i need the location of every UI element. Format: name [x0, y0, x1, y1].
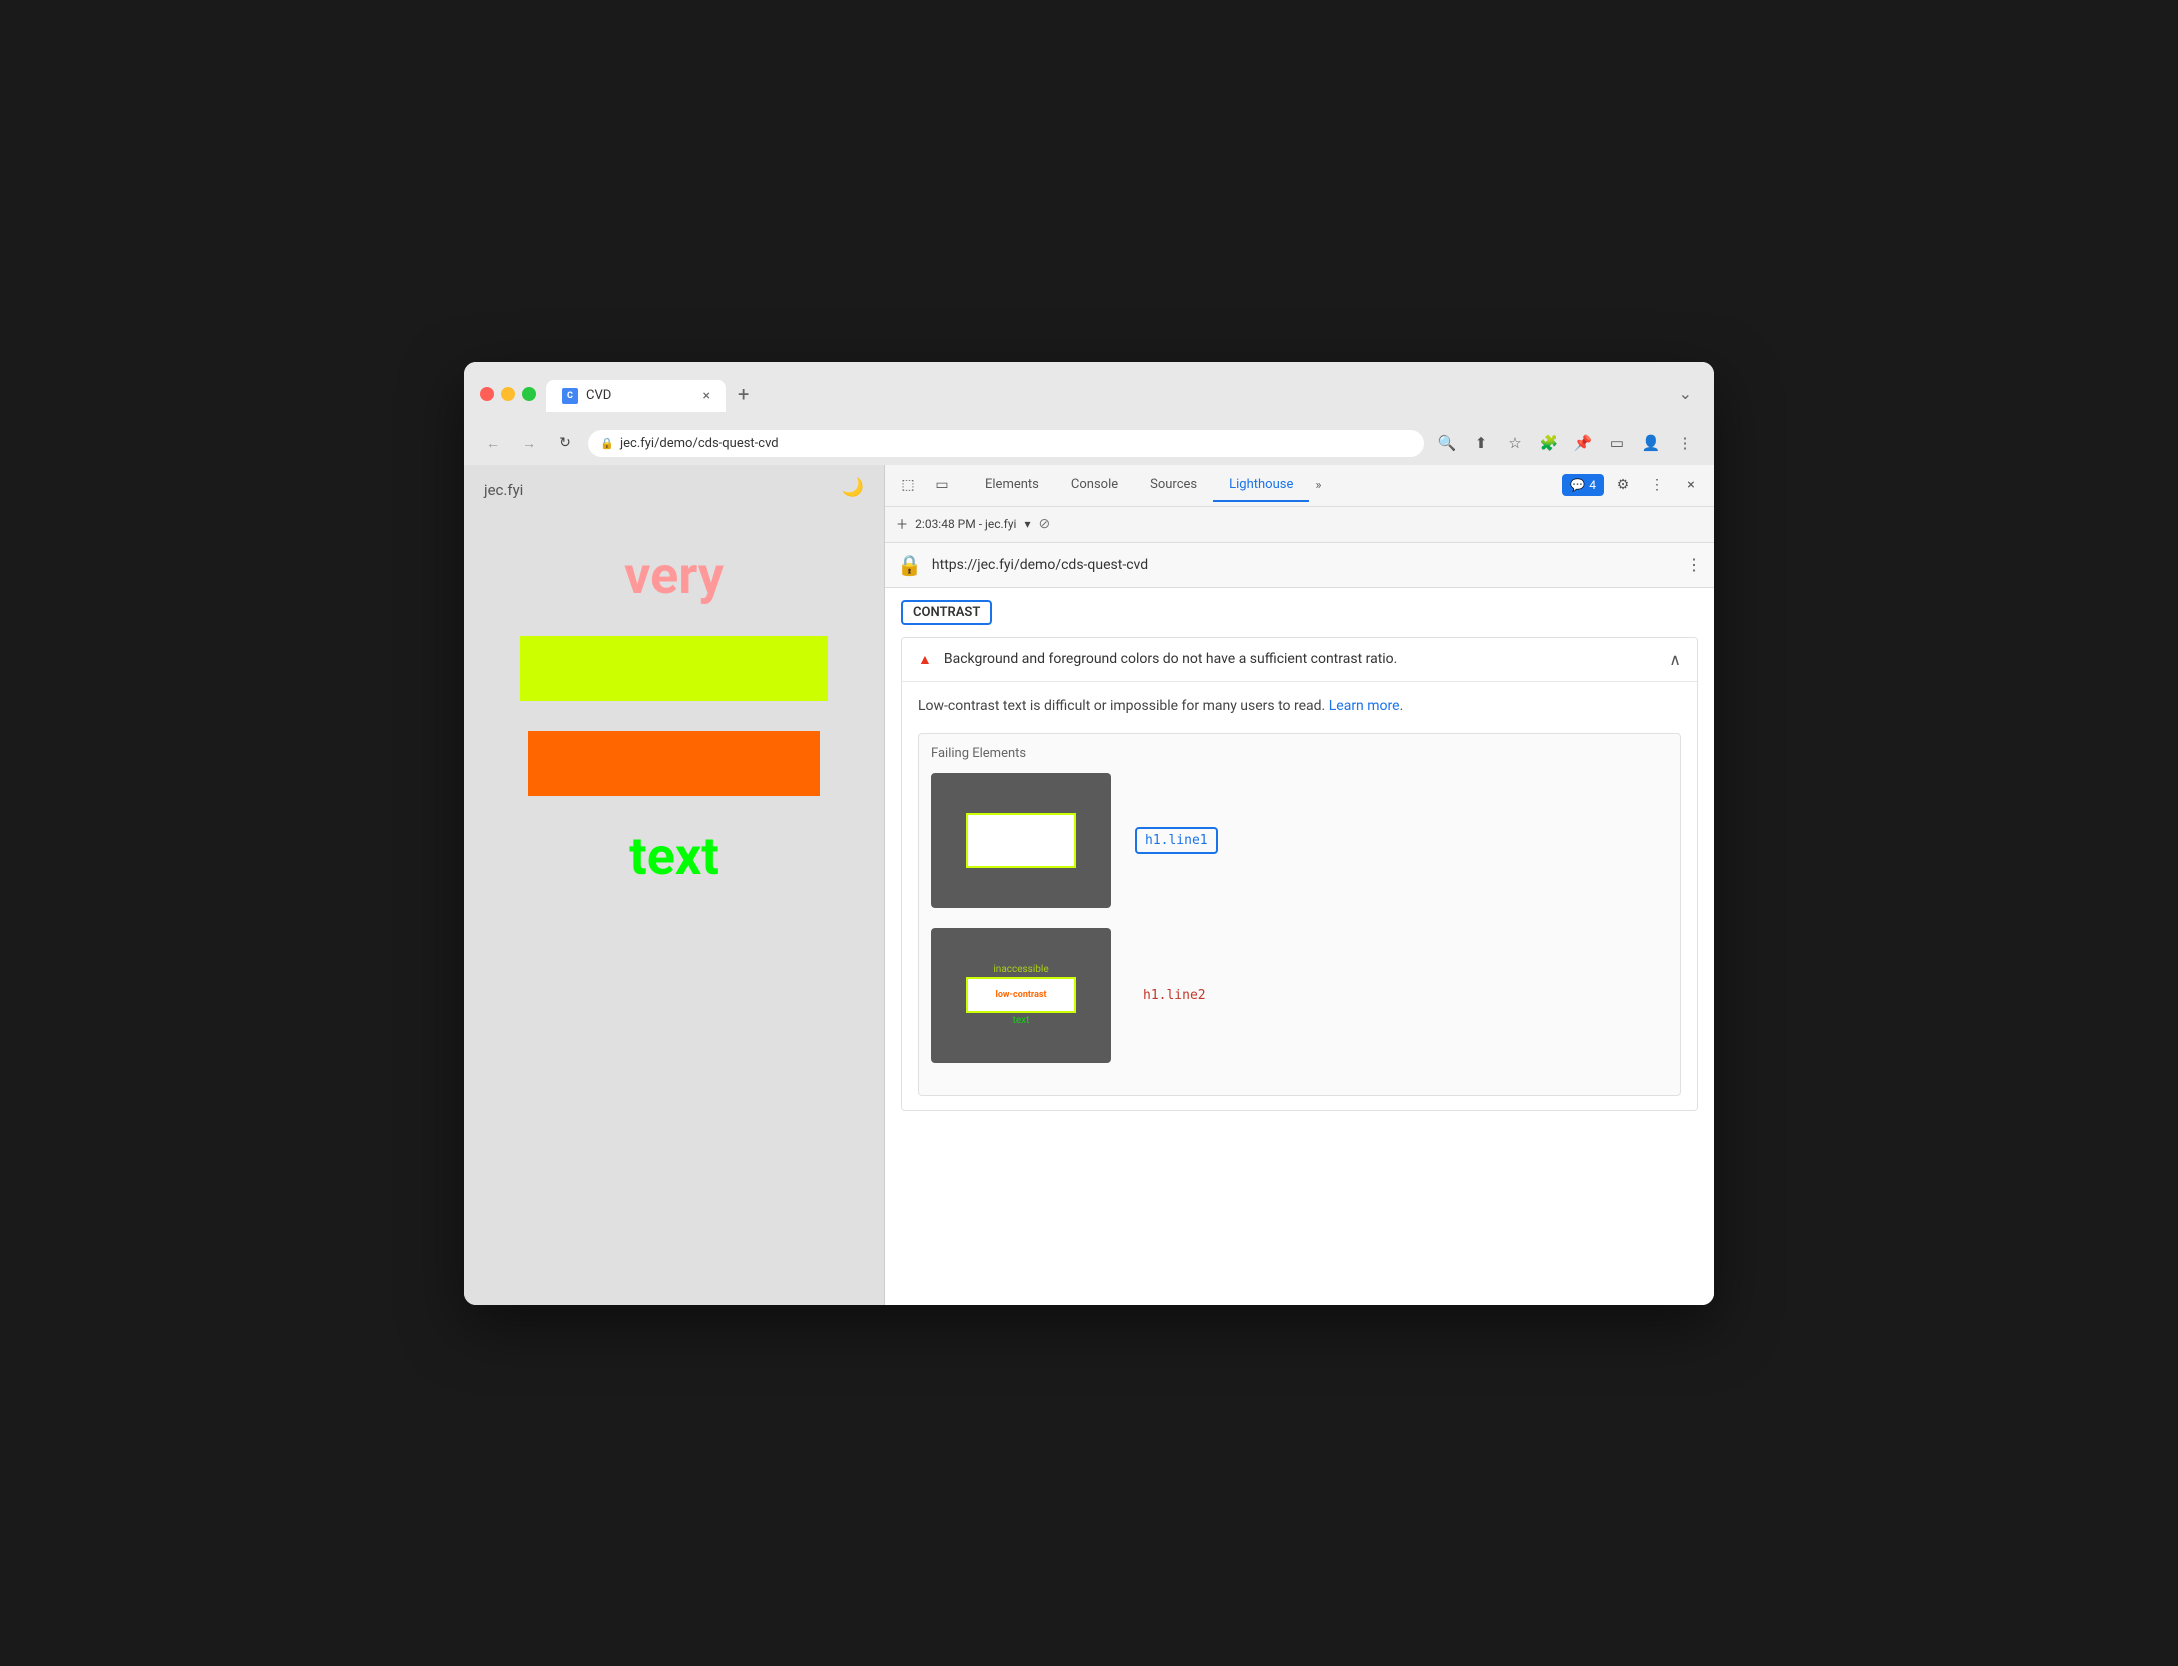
devtools-toolbar: ⬚ ▭ Elements Console Sources Lighthouse …: [885, 465, 1714, 507]
url-text: jec.fyi/demo/cds-quest-cvd: [620, 436, 779, 451]
lighthouse-warning-icon: 🔒: [897, 553, 922, 577]
tab-console[interactable]: Console: [1055, 469, 1134, 502]
address-input[interactable]: 🔒 jec.fyi/demo/cds-quest-cvd: [588, 430, 1424, 457]
device-icon[interactable]: ▭: [927, 470, 957, 500]
thumb2-inaccessible-text: inaccessible: [993, 964, 1048, 975]
tab-elements[interactable]: Elements: [969, 469, 1055, 502]
chat-badge-button[interactable]: 💬 4: [1562, 474, 1604, 496]
block-button[interactable]: ⊘: [1038, 516, 1050, 532]
settings-icon[interactable]: ⚙: [1608, 470, 1638, 500]
failing-item-1: h1.line1: [931, 773, 1668, 908]
audit-result: ▲ Background and foreground colors do no…: [901, 637, 1698, 1111]
maximize-traffic-light[interactable]: [522, 387, 536, 401]
chat-icon: 💬: [1570, 478, 1585, 492]
reload-button[interactable]: ↻: [552, 430, 578, 456]
browser-window: C CVD × + ⌄ ← → ↻ 🔒 jec.fyi/demo/cds-que…: [464, 362, 1714, 1305]
tab-title: CVD: [586, 388, 611, 403]
devtools-more-icon[interactable]: ⋮: [1642, 470, 1672, 500]
lighthouse-url-more-icon[interactable]: ⋮: [1686, 555, 1702, 574]
minimize-traffic-light[interactable]: [501, 387, 515, 401]
low-contrast-text: low-contrast: [528, 731, 821, 796]
failing-selector-1[interactable]: h1.line1: [1135, 827, 1218, 854]
tab-more-button[interactable]: »: [1309, 470, 1327, 501]
audit-result-body: Low-contrast text is difficult or imposs…: [902, 682, 1697, 1110]
page-content: jec.fyi 🌙 very inaccessible low-contrast…: [464, 465, 884, 1305]
failing-elements-label: Failing Elements: [931, 746, 1668, 761]
page-texts: very inaccessible low-contrast text: [520, 545, 827, 887]
failing-elements-box: Failing Elements h1.line1: [918, 733, 1681, 1096]
active-browser-tab[interactable]: C CVD ×: [546, 380, 726, 412]
audit-collapse-button[interactable]: ∧: [1669, 650, 1681, 669]
devtools-panel: ⬚ ▭ Elements Console Sources Lighthouse …: [884, 465, 1714, 1305]
contrast-badge[interactable]: CONTRAST: [901, 600, 992, 625]
traffic-lights: [480, 387, 536, 401]
toolbar-icons: 🔍 ⬆ ☆ 🧩 📌 ▭ 👤 ⋮: [1434, 430, 1698, 456]
new-tab-button[interactable]: +: [726, 376, 761, 412]
lighthouse-subbar: + 2:03:48 PM - jec.fyi ▾ ⊘: [885, 507, 1714, 543]
very-text: very: [624, 545, 724, 606]
lock-icon: 🔒: [600, 437, 614, 450]
contrast-label: CONTRAST: [913, 605, 980, 620]
lighthouse-url-text: https://jec.fyi/demo/cds-quest-cvd: [932, 557, 1676, 573]
timestamp-label: 2:03:48 PM - jec.fyi: [915, 517, 1016, 531]
devtools-toolbar-right: 💬 4 ⚙ ⋮ ×: [1562, 470, 1706, 500]
tab-lighthouse[interactable]: Lighthouse: [1213, 469, 1309, 502]
audit-result-text: Background and foreground colors do not …: [944, 651, 1657, 667]
moon-icon[interactable]: 🌙: [842, 477, 864, 498]
audit-description-text: Low-contrast text is difficult or imposs…: [918, 698, 1325, 714]
close-traffic-light[interactable]: [480, 387, 494, 401]
tab-chevron-button[interactable]: ⌄: [1673, 378, 1698, 409]
site-label: jec.fyi: [484, 481, 523, 499]
pin-icon[interactable]: 📌: [1570, 430, 1596, 456]
lighthouse-url-bar: 🔒 https://jec.fyi/demo/cds-quest-cvd ⋮: [885, 543, 1714, 588]
chat-count: 4: [1589, 478, 1596, 492]
devtools-close-icon[interactable]: ×: [1676, 470, 1706, 500]
failing-thumbnail-1: [931, 773, 1111, 908]
more-options-icon[interactable]: ⋮: [1672, 430, 1698, 456]
thumbnail-highlight-box-2: low-contrast: [966, 977, 1076, 1013]
sidebar-icon[interactable]: ▭: [1604, 430, 1630, 456]
forward-button[interactable]: →: [516, 430, 542, 456]
audit-warning-icon: ▲: [918, 651, 932, 668]
plus-button[interactable]: +: [897, 514, 907, 535]
failing-item-2: inaccessible low-contrast text h1.line2: [931, 928, 1668, 1063]
address-bar: ← → ↻ 🔒 jec.fyi/demo/cds-quest-cvd 🔍 ⬆ ☆…: [464, 422, 1714, 465]
tab-sources[interactable]: Sources: [1134, 469, 1213, 502]
back-button[interactable]: ←: [480, 430, 506, 456]
tab-favicon: C: [562, 388, 578, 404]
cursor-icon[interactable]: ⬚: [893, 470, 923, 500]
learn-more-link[interactable]: Learn more: [1329, 698, 1400, 714]
thumbnail-highlight-box-1: [966, 813, 1076, 868]
search-icon[interactable]: 🔍: [1434, 430, 1460, 456]
inaccessible-text: inaccessible: [520, 636, 827, 701]
failing-selector-2[interactable]: h1.line2: [1135, 984, 1214, 1007]
timestamp-dropdown[interactable]: ▾: [1024, 517, 1030, 531]
title-bar: C CVD × + ⌄: [464, 362, 1714, 422]
thumb2-text-text: text: [1013, 1015, 1030, 1026]
extension-icon[interactable]: 🧩: [1536, 430, 1562, 456]
text-text: text: [629, 826, 719, 887]
audit-result-header: ▲ Background and foreground colors do no…: [902, 638, 1697, 682]
tabs-bar: C CVD × + ⌄: [546, 376, 1698, 412]
star-icon[interactable]: ☆: [1502, 430, 1528, 456]
audit-description: Low-contrast text is difficult or imposs…: [918, 696, 1681, 717]
main-area: jec.fyi 🌙 very inaccessible low-contrast…: [464, 465, 1714, 1305]
tab-close-button[interactable]: ×: [703, 388, 710, 404]
share-icon[interactable]: ⬆: [1468, 430, 1494, 456]
account-icon[interactable]: 👤: [1638, 430, 1664, 456]
failing-thumbnail-2: inaccessible low-contrast text: [931, 928, 1111, 1063]
lighthouse-panel: CONTRAST ▲ Background and foreground col…: [885, 588, 1714, 1305]
devtools-tabs: Elements Console Sources Lighthouse »: [969, 469, 1558, 502]
